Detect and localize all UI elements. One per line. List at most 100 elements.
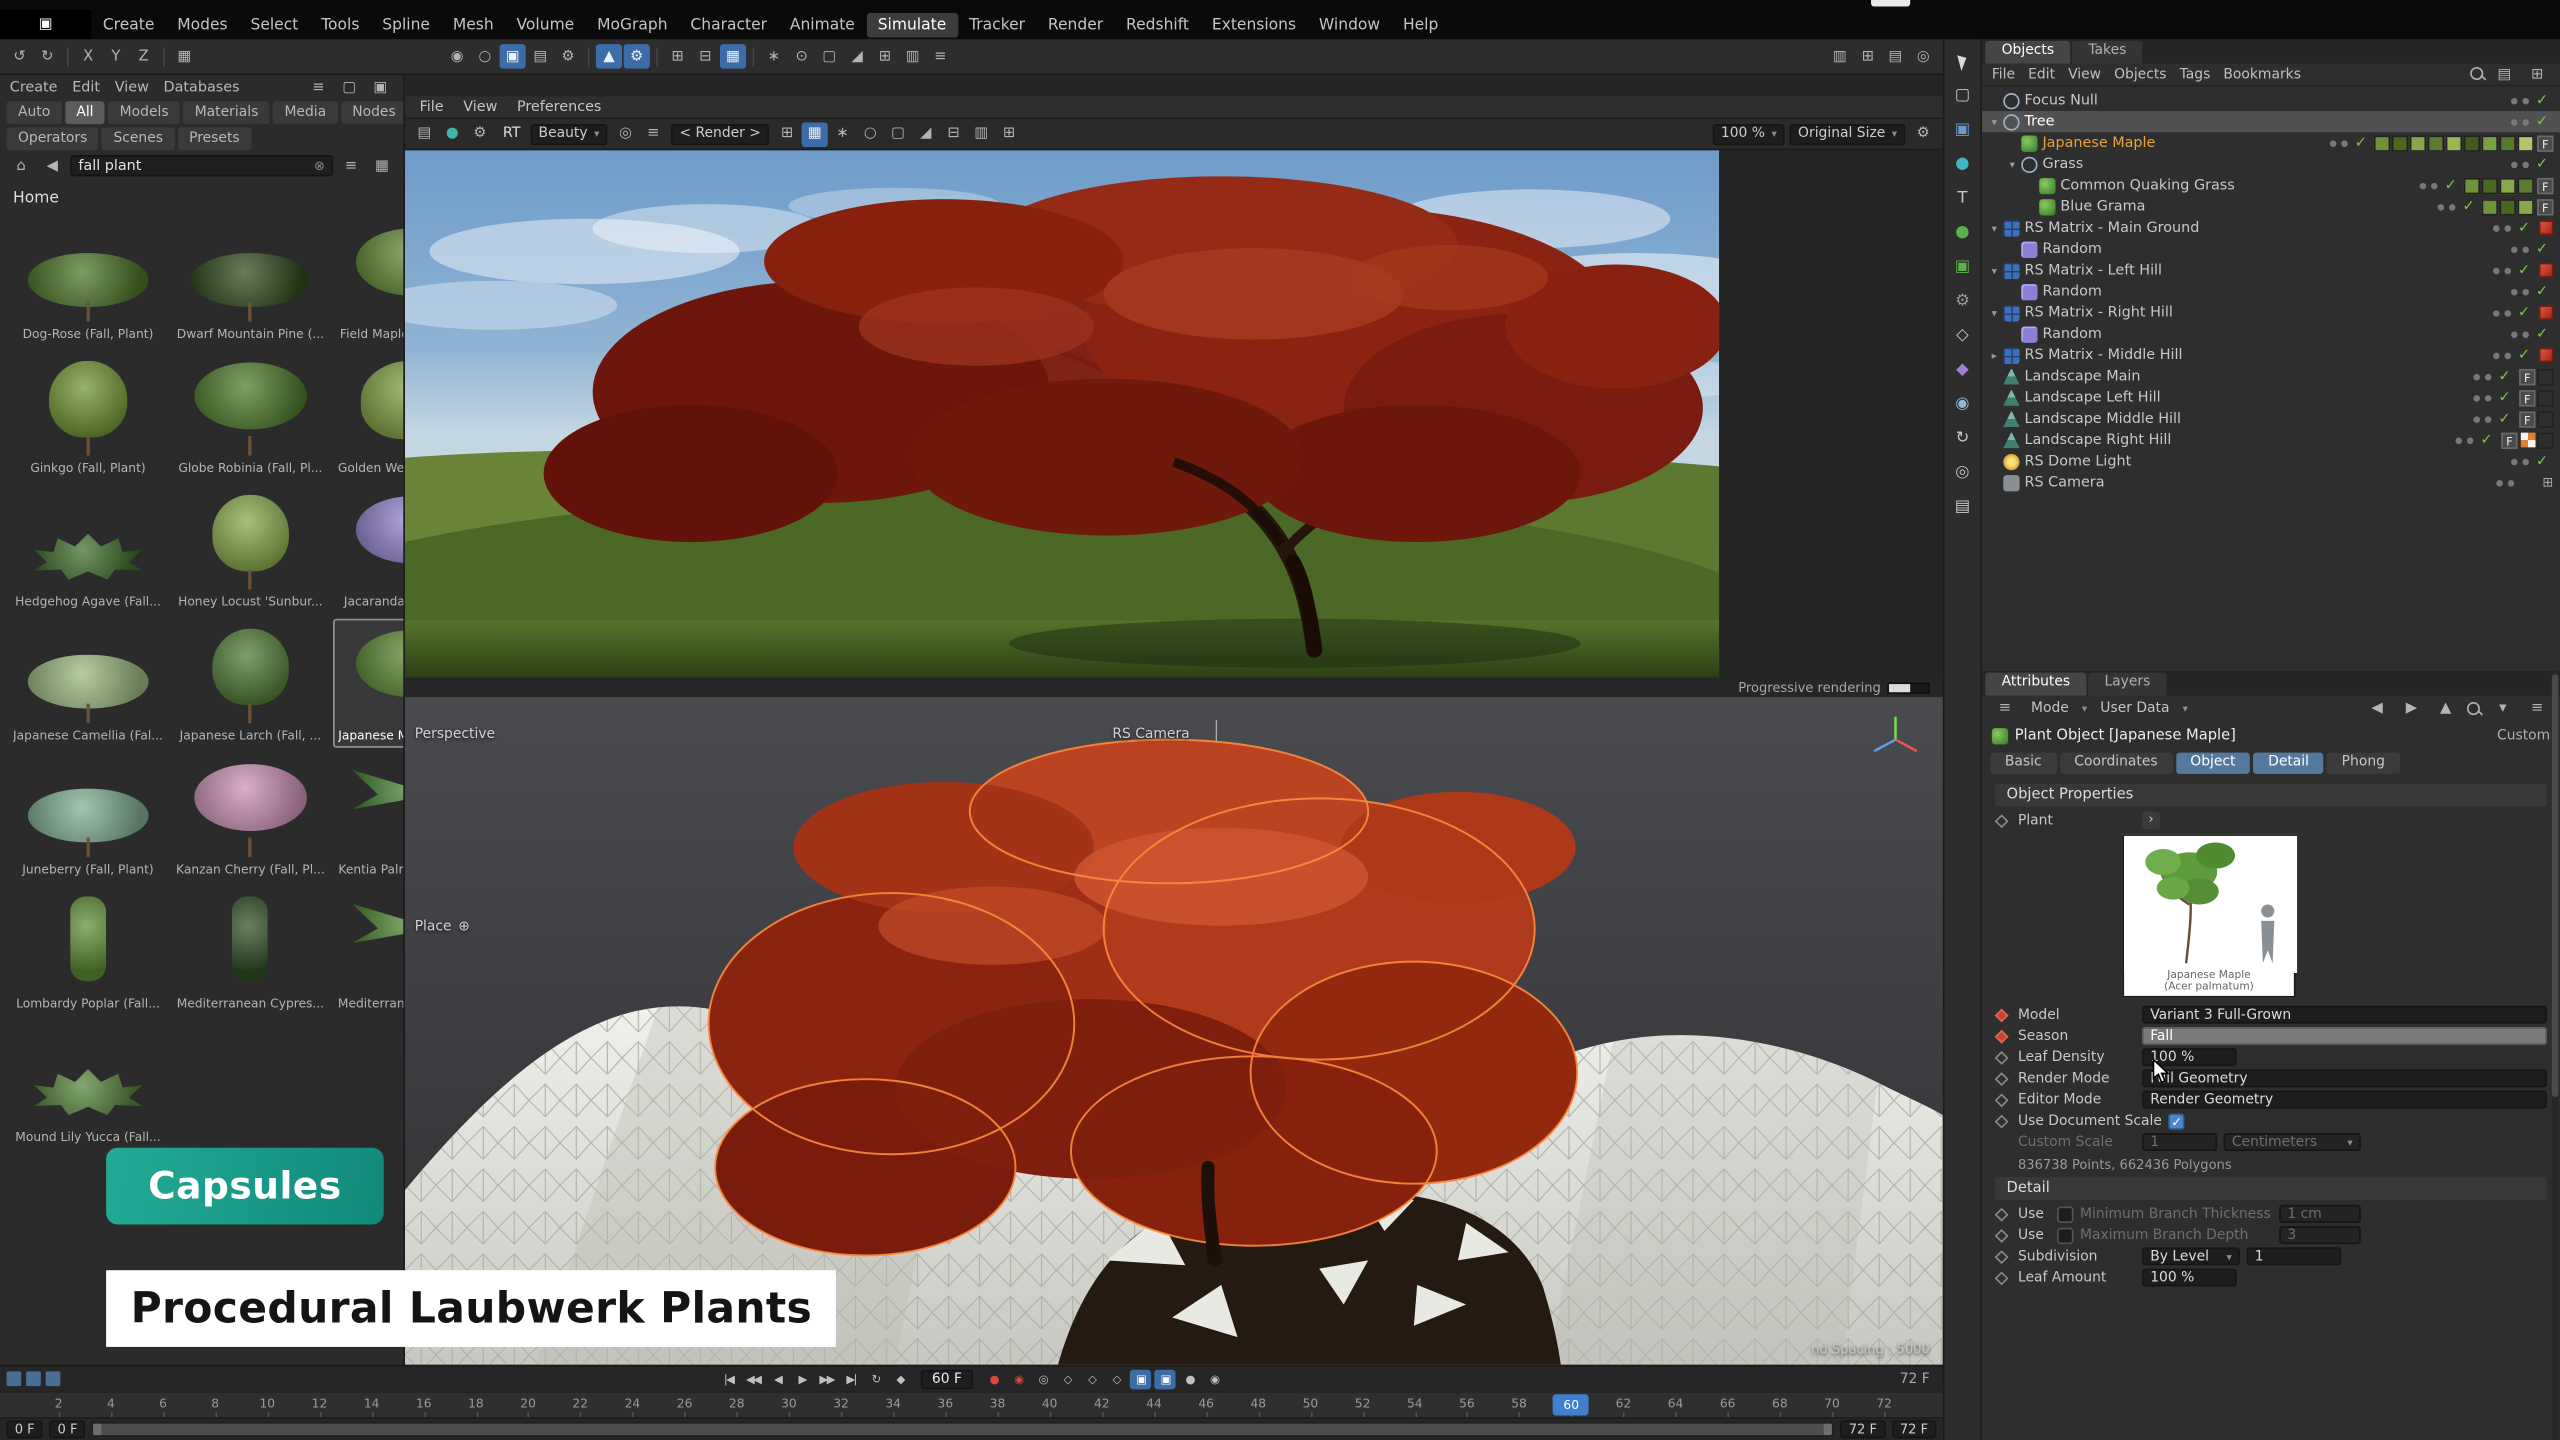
frame-tick[interactable]: 10 bbox=[260, 1396, 276, 1411]
perspective-viewport[interactable]: Perspective RS Camera Place⊕ bbox=[405, 697, 1943, 1365]
expander-icon[interactable]: ▾ bbox=[1987, 306, 2002, 319]
view-toggle-icon[interactable]: ▦ bbox=[369, 153, 395, 177]
checkbox[interactable] bbox=[2057, 1206, 2073, 1222]
uv-tag[interactable] bbox=[2521, 433, 2536, 448]
panel-tab-layers[interactable]: Layers bbox=[2088, 673, 2167, 696]
vp-menu-file[interactable]: File bbox=[420, 100, 444, 115]
model-field[interactable]: Variant 3 Full-Grown bbox=[2142, 1006, 2547, 1024]
checkbox[interactable]: ✓ bbox=[2168, 1113, 2184, 1129]
asset-item[interactable]: Jacaranda (Fall, Plant) bbox=[333, 485, 405, 614]
object-row[interactable]: ▸RS Matrix - Middle Hill✓ bbox=[1982, 344, 2560, 365]
up-icon[interactable]: ▲ bbox=[2433, 696, 2459, 720]
object-row[interactable]: Focus Null✓ bbox=[1982, 90, 2560, 111]
object-row[interactable]: ▾RS Matrix - Left Hill✓ bbox=[1982, 260, 2560, 281]
menu-window[interactable]: Window bbox=[1308, 12, 1392, 36]
sound-button[interactable]: ● bbox=[1179, 1369, 1200, 1389]
render-settings-icon[interactable]: ⚙ bbox=[467, 122, 493, 146]
enabled-check[interactable]: ✓ bbox=[2460, 198, 2476, 214]
frame-tick[interactable]: 22 bbox=[572, 1396, 588, 1411]
texture-thumb[interactable] bbox=[2500, 135, 2516, 151]
frame-tick[interactable]: 66 bbox=[1720, 1396, 1736, 1411]
frame-tick[interactable]: 16 bbox=[416, 1396, 432, 1411]
param-key-button[interactable]: ▣ bbox=[1130, 1369, 1151, 1389]
asset-item[interactable]: Kanzan Cherry (Fall, Pl... bbox=[171, 753, 330, 882]
menu-modes[interactable]: Modes bbox=[166, 12, 239, 36]
enabled-check[interactable]: ✓ bbox=[2516, 347, 2532, 363]
editor-visibility-dot[interactable] bbox=[2473, 373, 2480, 380]
frame-tick[interactable]: 20 bbox=[520, 1396, 536, 1411]
live-selection-icon[interactable]: ◉ bbox=[444, 44, 470, 68]
region-box-icon[interactable]: ▢ bbox=[885, 122, 911, 146]
gear-icon[interactable]: ⚙ bbox=[1910, 122, 1936, 146]
texture-thumb[interactable] bbox=[2410, 135, 2426, 151]
object-row[interactable]: ▾RS Matrix - Main Ground✓ bbox=[1982, 217, 2560, 238]
value-field[interactable]: 1 bbox=[2142, 1133, 2217, 1151]
enabled-check[interactable]: ✓ bbox=[2534, 453, 2550, 469]
layout-grid-icon[interactable]: ⊞ bbox=[1855, 44, 1881, 68]
keyframe-diamond[interactable] bbox=[1995, 1093, 2009, 1107]
enabled-check[interactable]: ✓ bbox=[2534, 283, 2550, 299]
key-position-button[interactable]: ◇ bbox=[1057, 1369, 1078, 1389]
om-menu-tags[interactable]: Tags bbox=[2180, 66, 2211, 82]
search-icon[interactable] bbox=[2467, 701, 2482, 716]
tab-all[interactable]: All bbox=[65, 101, 105, 124]
menu-render[interactable]: Render bbox=[1037, 12, 1115, 36]
frame-tick[interactable]: 64 bbox=[1668, 1396, 1684, 1411]
editor-visibility-dot[interactable] bbox=[2510, 288, 2517, 295]
grid-a-icon[interactable]: ⊞ bbox=[774, 122, 800, 146]
enabled-check[interactable]: ✓ bbox=[2516, 262, 2532, 278]
texture-thumb[interactable] bbox=[2464, 177, 2480, 193]
keyframe-diamond[interactable] bbox=[1995, 1050, 2009, 1064]
list-icon[interactable]: ≡ bbox=[927, 44, 953, 68]
render-list-icon[interactable]: ≡ bbox=[640, 122, 666, 146]
asset-item[interactable]: Dwarf Mountain Pine (... bbox=[171, 217, 330, 346]
render-visibility-dot[interactable] bbox=[2522, 331, 2529, 338]
filter-icon[interactable]: ≡ bbox=[338, 153, 364, 177]
render-visibility-dot[interactable] bbox=[2522, 97, 2529, 104]
render-visibility-dot[interactable] bbox=[2504, 267, 2511, 274]
menu-spline[interactable]: Spline bbox=[371, 12, 442, 36]
play-button[interactable]: ▶ bbox=[791, 1369, 812, 1389]
editor-visibility-dot[interactable] bbox=[2455, 437, 2462, 444]
preview-end-field[interactable]: 72 F bbox=[1841, 1420, 1886, 1438]
frame-tick[interactable]: 4 bbox=[107, 1396, 115, 1411]
editor-visibility-dot[interactable] bbox=[2437, 203, 2444, 210]
expander-icon[interactable]: ▾ bbox=[1987, 221, 2002, 234]
browser-detail-icon[interactable]: ▣ bbox=[367, 75, 393, 99]
key-rotation-button[interactable]: ◇ bbox=[1106, 1369, 1127, 1389]
asset-item[interactable]: Field Maple (Fall, Plant) bbox=[333, 217, 405, 346]
enabled-check[interactable]: ✓ bbox=[2496, 411, 2512, 427]
texture-thumb[interactable] bbox=[2518, 177, 2534, 193]
menu-mograph[interactable]: MoGraph bbox=[586, 12, 679, 36]
frame-tick[interactable]: 70 bbox=[1824, 1396, 1840, 1411]
enabled-check[interactable]: ✓ bbox=[2516, 304, 2532, 320]
home-icon[interactable]: ⌂ bbox=[8, 153, 34, 177]
preview-range-slider[interactable] bbox=[92, 1422, 1834, 1437]
loop-button[interactable]: ↻ bbox=[865, 1369, 886, 1389]
rect-select-icon[interactable]: ▢ bbox=[1948, 82, 1977, 110]
hamburger-icon[interactable]: ≡ bbox=[1992, 696, 2018, 720]
object-row[interactable]: ▾RS Matrix - Right Hill✓ bbox=[1982, 302, 2560, 323]
axis-y-button[interactable]: Y bbox=[103, 44, 129, 68]
keyframe-diamond[interactable] bbox=[1995, 813, 2009, 827]
refresh-tool-icon[interactable]: ↻ bbox=[1948, 424, 1977, 452]
render-visibility-dot[interactable] bbox=[2484, 394, 2491, 401]
frame-tick[interactable]: 12 bbox=[312, 1396, 328, 1411]
fields-tag[interactable]: F bbox=[2519, 368, 2535, 384]
magnet-tool-icon[interactable]: ◆ bbox=[1948, 356, 1977, 384]
search-input[interactable]: fall plant ⊗ bbox=[70, 155, 333, 176]
texture-mode-icon[interactable]: ▤ bbox=[527, 44, 553, 68]
key-scale-button[interactable]: ◇ bbox=[1081, 1369, 1102, 1389]
rotate-tool-icon[interactable]: ◉ bbox=[1948, 390, 1977, 418]
browser-menu-create[interactable]: Create bbox=[10, 79, 58, 95]
timeline-ruler[interactable]: 2468101214161820222426283032343638404244… bbox=[0, 1391, 1943, 1417]
menu-tracker[interactable]: Tracker bbox=[958, 12, 1037, 36]
frame-tick[interactable]: 50 bbox=[1303, 1396, 1319, 1411]
frame-tick[interactable]: 52 bbox=[1355, 1396, 1371, 1411]
custom-dropdown[interactable]: Custom bbox=[2497, 727, 2550, 743]
frame-tool-icon[interactable]: ▢ bbox=[816, 44, 842, 68]
current-frame-field[interactable]: 60 F bbox=[920, 1369, 973, 1389]
frame-tick[interactable]: 26 bbox=[677, 1396, 693, 1411]
expander-icon[interactable]: ▾ bbox=[1987, 264, 2002, 277]
camera-name-label[interactable]: RS Camera bbox=[1112, 727, 1189, 743]
